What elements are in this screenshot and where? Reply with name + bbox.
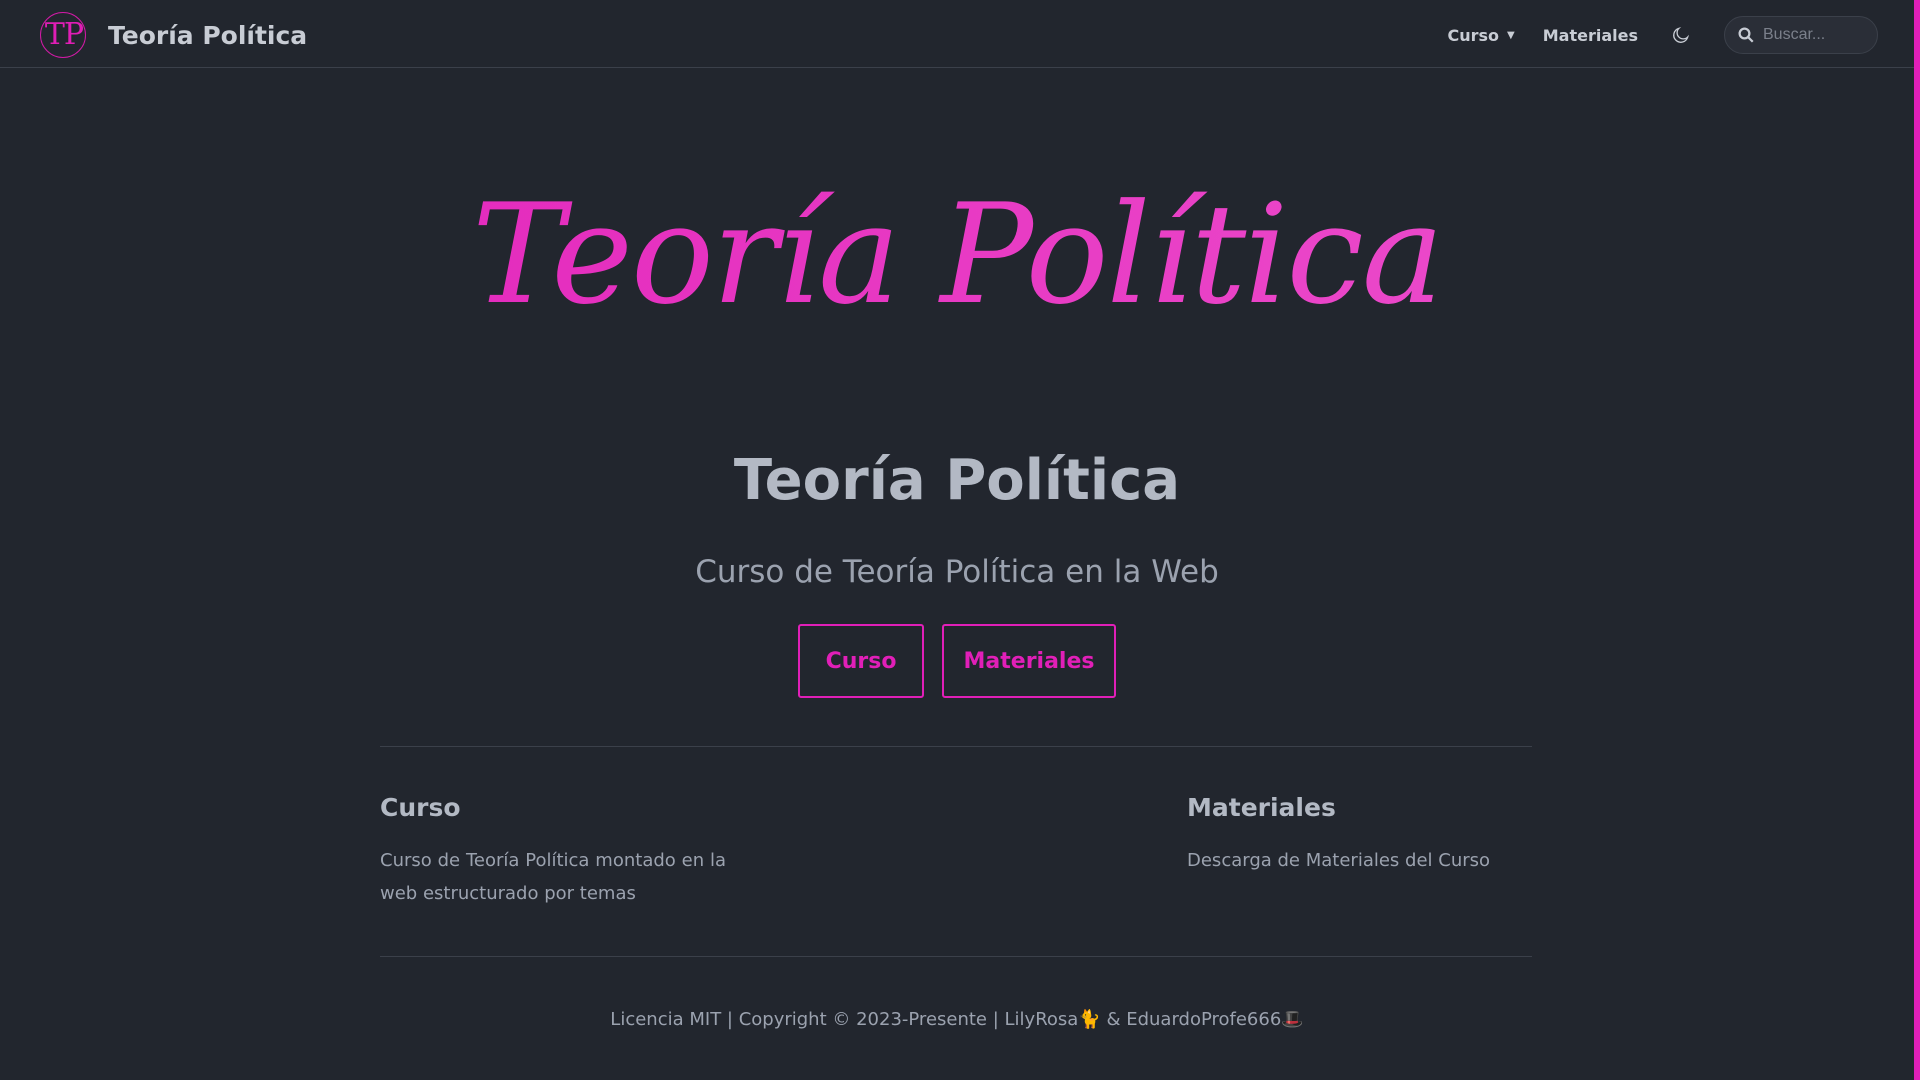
- search-input[interactable]: [1761, 25, 1871, 45]
- moon-icon: [1673, 26, 1690, 43]
- footer-divider: [380, 956, 1532, 957]
- hero-title: Teoría Política: [733, 448, 1181, 513]
- footer-column-title: Curso: [380, 793, 461, 822]
- hero-subtitle: Curso de Teoría Política en la Web: [695, 554, 1219, 590]
- footer-column-curso: Curso Curso de Teoría Política montado e…: [380, 790, 726, 910]
- theme-toggle-button[interactable]: [1668, 22, 1694, 48]
- nav-right: Curso ▼ Materiales: [1448, 16, 1878, 54]
- scrollbar[interactable]: [1914, 0, 1920, 1080]
- brand-title: Teoría Política: [108, 20, 308, 50]
- section-divider: [380, 746, 1532, 747]
- hero-script-title: Teoría Política: [0, 170, 1914, 340]
- footer-column-text: Descarga de Materiales del Curso: [1187, 850, 1491, 871]
- footer-column-materiales: Materiales Descarga de Materiales del Cu…: [1187, 790, 1547, 877]
- hero-buttons: Curso Materiales: [0, 624, 1914, 698]
- caret-down-icon: ▼: [1507, 29, 1515, 41]
- brand-logo: TP: [40, 12, 86, 58]
- brand-logo-text: TP: [44, 16, 84, 52]
- curso-button[interactable]: Curso: [798, 624, 924, 698]
- search-icon: [1738, 27, 1754, 43]
- brand-home-link[interactable]: TP Teoría Política: [40, 12, 307, 58]
- materiales-button[interactable]: Materiales: [942, 624, 1116, 698]
- copyright-text: Licencia MIT | Copyright © 2023-Presente…: [610, 1009, 1304, 1030]
- nav-curso-dropdown[interactable]: Curso ▼: [1448, 26, 1515, 45]
- nav-materiales-link[interactable]: Materiales: [1543, 26, 1638, 45]
- top-navbar: TP Teoría Política Curso ▼ Materiales: [0, 0, 1914, 68]
- nav-curso-label: Curso: [1447, 25, 1500, 45]
- footer-column-title: Materiales: [1187, 793, 1336, 822]
- search-box[interactable]: [1724, 16, 1878, 54]
- footer-column-text: Curso de Teoría Política montado en la w…: [380, 850, 726, 904]
